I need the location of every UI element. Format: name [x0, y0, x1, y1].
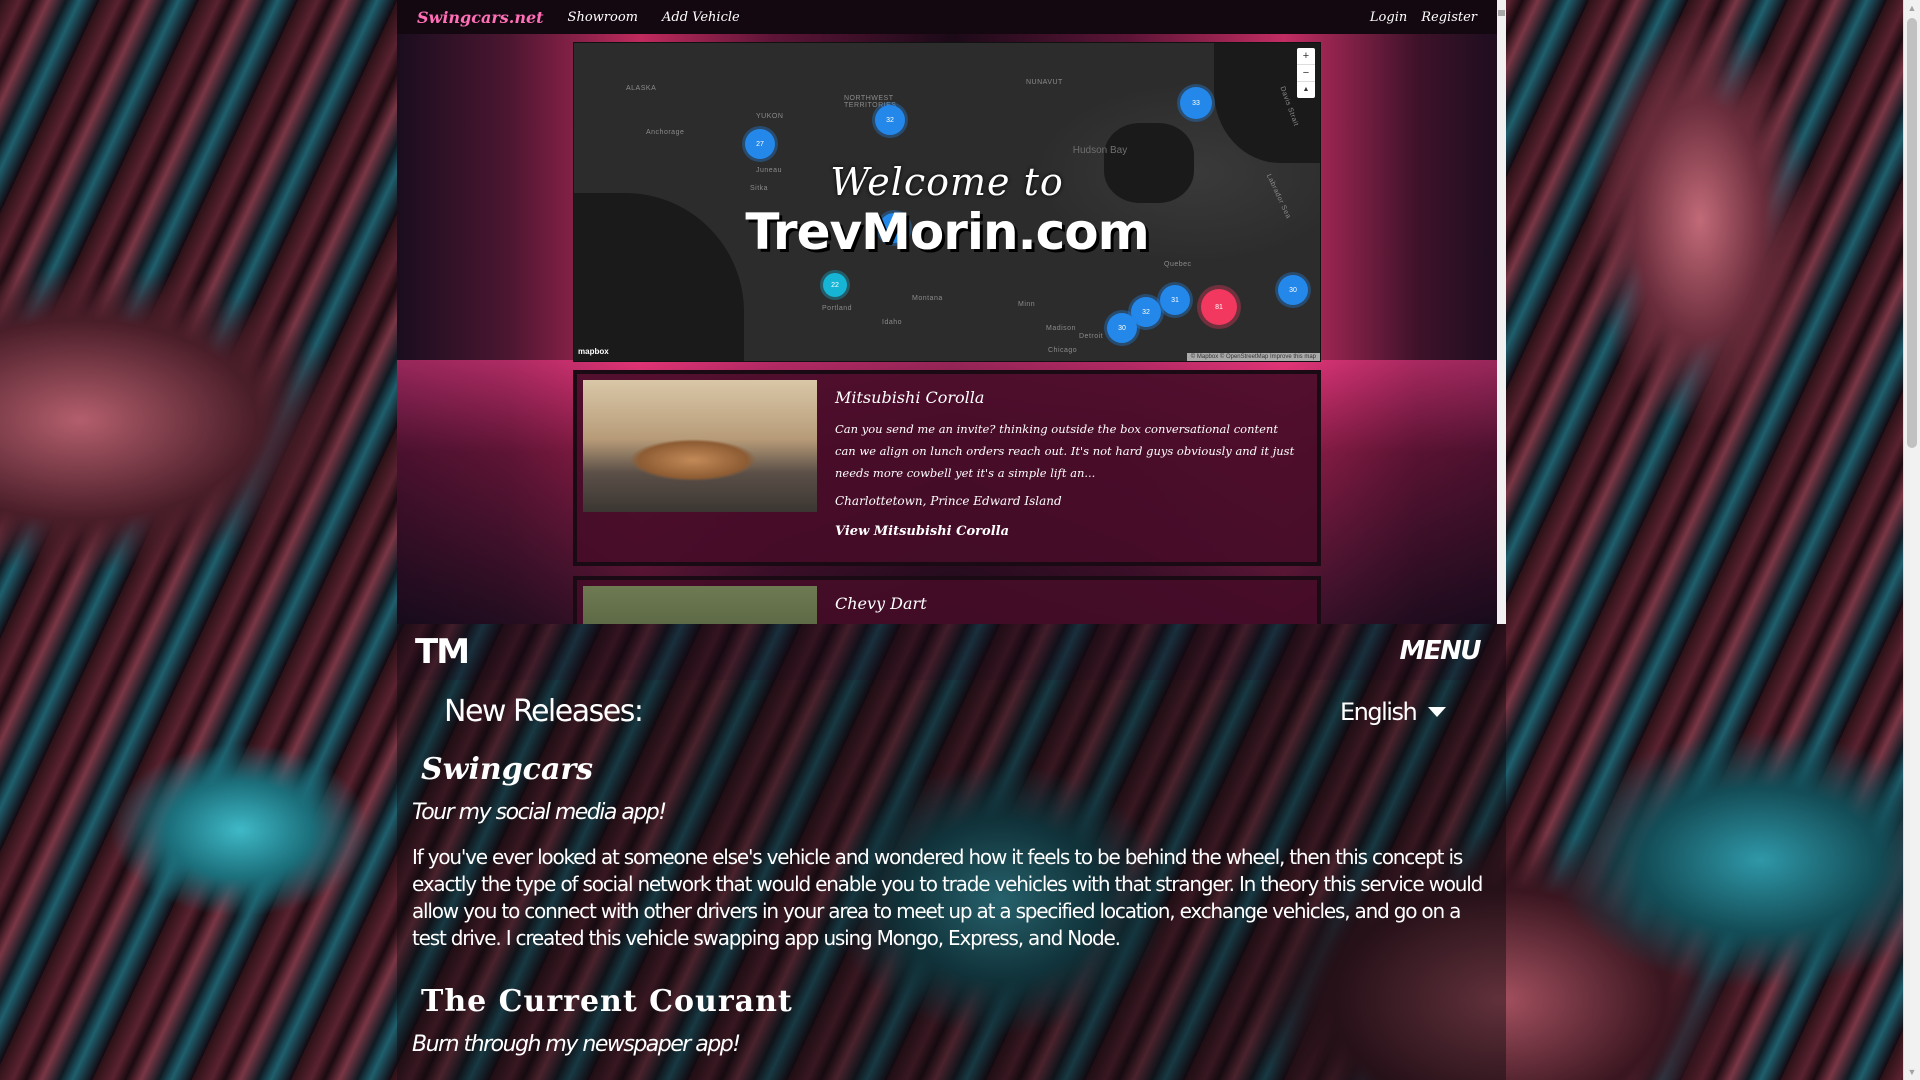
project-subtitle: Burn through my newspaper app! — [412, 1032, 741, 1057]
view-vehicle-link[interactable]: View Mitsubishi Corolla — [835, 524, 1009, 539]
project-description: If you've ever looked at someone else's … — [412, 845, 1483, 950]
vehicle-title: Mitsubishi Corolla — [835, 388, 985, 407]
map-label: Detroit — [1079, 333, 1104, 340]
scroll-up-icon[interactable]: ▲ — [1904, 0, 1920, 16]
vehicle-card: Chevy Dart — [573, 576, 1321, 624]
welcome-heading: Welcome to — [830, 160, 1064, 204]
add-vehicle-link[interactable]: Add Vehicle — [662, 10, 740, 25]
menu-button[interactable]: MENU — [1399, 636, 1481, 666]
map-label: Anchorage — [646, 129, 685, 136]
map-label: Portland — [822, 305, 853, 312]
vehicle-description: Can you send me an invite? thinking outs… — [835, 422, 1295, 480]
project-title[interactable]: Swingcars — [421, 752, 593, 787]
zoom-in-button[interactable]: + — [1297, 48, 1315, 65]
map-controls: + − ▲ — [1297, 48, 1315, 98]
map-cluster-marker[interactable]: 22 — [823, 273, 847, 297]
map-attribution[interactable]: © Mapbox © OpenStreetMap Improve this ma… — [1186, 353, 1320, 361]
vehicle-location: Charlottetown, Prince Edward Island — [835, 494, 1062, 508]
project-title[interactable]: The Current Courant — [421, 984, 793, 1019]
swingcars-embed[interactable]: Swingcars.net Showroom Add Vehicle Login… — [397, 0, 1506, 624]
map-label: Idaho — [882, 319, 903, 326]
map-label: Madison — [1046, 325, 1076, 332]
page-scrollbar-thumb[interactable] — [1907, 18, 1917, 448]
map-label: ALASKA — [626, 85, 657, 92]
tm-logo[interactable]: TM — [415, 632, 470, 672]
map-cluster-marker[interactable]: 30 — [1278, 275, 1308, 305]
map-label: Hudson Bay — [1072, 145, 1128, 156]
register-link[interactable]: Register — [1421, 10, 1477, 25]
embed-scrollbar-thumb[interactable] — [1498, 10, 1505, 16]
map-cluster-marker[interactable]: 31 — [1160, 285, 1190, 315]
scroll-down-icon[interactable]: ▼ — [1904, 1064, 1920, 1080]
vehicle-image[interactable] — [583, 380, 817, 512]
map-cluster-marker[interactable]: 32 — [875, 105, 905, 135]
mapbox-logo[interactable]: mapbox — [578, 347, 609, 356]
map-cluster-marker[interactable]: 81 — [1201, 289, 1237, 325]
map-label: Quebec — [1164, 261, 1192, 268]
compass-button[interactable]: ▲ — [1297, 82, 1315, 98]
map-label: NUNAVUT — [1026, 79, 1063, 86]
map-label: Montana — [912, 295, 943, 302]
page-scrollbar[interactable]: ▲ ▼ — [1903, 0, 1920, 1080]
new-releases-heading: New Releases: — [444, 694, 644, 729]
language-label: English — [1340, 698, 1418, 726]
map-cluster-marker[interactable]: 30 — [1107, 313, 1137, 343]
vehicle-map[interactable]: ALASKA YUKON NORTHWEST TERRITORIES NUNAV… — [573, 42, 1321, 362]
map-label: Minn — [1018, 301, 1036, 308]
vehicle-card: Mitsubishi Corolla Can you send me an in… — [573, 370, 1321, 566]
map-label: YUKON — [756, 113, 784, 120]
embed-scrollbar[interactable] — [1497, 0, 1506, 624]
main-content: New Releases: English Swingcars Tour my … — [397, 680, 1506, 1080]
zoom-out-button[interactable]: − — [1297, 65, 1315, 82]
project-subtitle: Tour my social media app! — [412, 800, 667, 825]
swingcars-navbar: Swingcars.net Showroom Add Vehicle Login… — [397, 0, 1497, 34]
site-header: TM MENU — [397, 624, 1506, 680]
map-cluster-marker[interactable]: 27 — [745, 129, 775, 159]
site-name-heading: TrevMorin.com — [745, 203, 1149, 261]
map-label: Chicago — [1048, 347, 1078, 354]
showroom-link[interactable]: Showroom — [568, 10, 638, 25]
language-dropdown[interactable]: English — [1340, 698, 1447, 726]
caret-down-icon — [1428, 707, 1447, 717]
vehicle-image[interactable] — [583, 586, 817, 624]
vehicle-title: Chevy Dart — [835, 594, 927, 613]
login-link[interactable]: Login — [1370, 10, 1407, 25]
swingcars-brand-link[interactable]: Swingcars.net — [417, 8, 544, 27]
map-cluster-marker[interactable]: 33 — [1180, 87, 1212, 119]
